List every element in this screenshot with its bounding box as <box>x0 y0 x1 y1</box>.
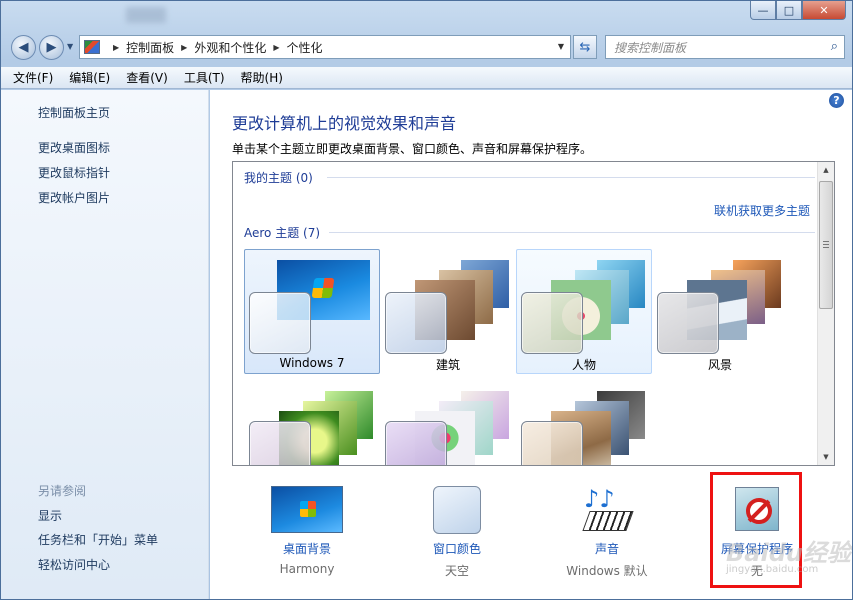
search-input[interactable]: 搜索控制面板 ⌕ <box>605 35 845 59</box>
glass-swatch <box>521 421 583 465</box>
my-themes-label: 我的主题 (0) <box>244 171 313 185</box>
maximize-button[interactable]: □ <box>776 1 802 20</box>
recent-pages-dropdown[interactable]: ▼ <box>67 42 73 51</box>
breadcrumb[interactable]: ▶ 控制面板 ▶ 外观和个性化 ▶ 个性化 ▼ <box>79 35 571 59</box>
sidebar-home-link[interactable]: 控制面板主页 <box>38 104 110 121</box>
scroll-thumb[interactable] <box>819 181 833 309</box>
search-icon[interactable]: ⌕ <box>831 39 838 54</box>
theme-preview <box>657 254 785 354</box>
help-icon[interactable]: ? <box>829 93 844 108</box>
see-also-ease-of-access[interactable]: 轻松访问中心 <box>38 556 110 573</box>
menu-view[interactable]: 查看(V) <box>126 69 168 86</box>
refresh-icon: ⇆ <box>579 39 591 55</box>
menu-help[interactable]: 帮助(H) <box>241 69 283 86</box>
forward-button[interactable]: ▶ <box>39 35 64 60</box>
theme-tile-nature[interactable] <box>244 378 380 465</box>
menu-file[interactable]: 文件(F) <box>13 69 53 86</box>
breadcrumb-item[interactable]: 外观和个性化 <box>194 39 266 56</box>
refresh-button[interactable]: ⇆ <box>573 35 597 59</box>
desktop-background-value: Harmony <box>279 562 335 576</box>
caption-controls: — □ ✕ <box>750 1 846 21</box>
watermark-logo: Baidu经验 <box>726 539 851 567</box>
theme-preview <box>249 254 377 354</box>
glass-swatch <box>385 421 447 465</box>
menu-tools[interactable]: 工具(T) <box>184 69 225 86</box>
sidebar-link-desktop-icons[interactable]: 更改桌面图标 <box>38 139 110 156</box>
theme-name: 人物 <box>571 358 596 372</box>
theme-name: 风景 <box>707 358 732 372</box>
control-panel-icon <box>84 40 100 54</box>
page-title: 更改计算机上的视觉效果和声音 <box>232 114 457 133</box>
scroll-grip <box>823 247 829 248</box>
sound-value: Windows 默认 <box>566 564 648 578</box>
window-color-value: 天空 <box>444 564 469 578</box>
group-divider <box>329 232 815 233</box>
theme-tile-characters[interactable]: 人物 <box>516 249 652 374</box>
see-also-display[interactable]: 显示 <box>38 507 62 524</box>
watermark-url: jingyan.baidu.com <box>726 564 819 575</box>
breadcrumb-item[interactable]: 控制面板 <box>126 39 174 56</box>
close-button[interactable]: ✕ <box>802 1 846 20</box>
breadcrumb-separator-icon[interactable]: ▶ <box>273 43 279 52</box>
glass-swatch <box>249 421 311 465</box>
sidebar-link-mouse-pointers[interactable]: 更改鼠标指针 <box>38 164 110 181</box>
scroll-grip <box>823 241 829 242</box>
see-also-taskbar[interactable]: 任务栏和「开始」菜单 <box>38 531 158 548</box>
back-arrow-icon: ◀ <box>18 40 29 55</box>
back-button[interactable]: ◀ <box>11 35 36 60</box>
window-title-blur <box>126 7 166 23</box>
theme-tile-scenes[interactable] <box>380 378 516 465</box>
theme-name: Windows 7 <box>279 356 345 370</box>
theme-tile-architecture[interactable]: 建筑 <box>380 249 516 374</box>
theme-list[interactable]: 我的主题 (0) 联机获取更多主题 Aero 主题 (7) Windows 7 <box>232 161 835 466</box>
desktop-background-icon <box>271 486 343 533</box>
aero-themes-label: Aero 主题 (7) <box>244 226 321 240</box>
menu-bar: 文件(F) 编辑(E) 查看(V) 工具(T) 帮助(H) <box>1 67 852 89</box>
see-also-heading: 另请参阅 <box>38 484 87 498</box>
theme-preview <box>249 383 377 465</box>
breadcrumb-item[interactable]: 个性化 <box>287 39 323 56</box>
theme-preview <box>521 254 649 354</box>
glass-swatch <box>521 292 583 354</box>
theme-tile-windows7[interactable]: Windows 7 <box>244 249 380 374</box>
address-dropdown-icon[interactable]: ▼ <box>558 42 564 51</box>
sound-icon: ♪♪ <box>580 485 636 535</box>
theme-preview <box>385 254 513 354</box>
theme-name: 建筑 <box>435 358 460 372</box>
scroll-down-icon[interactable]: ▼ <box>818 449 834 465</box>
sound-label[interactable]: 声音 <box>532 540 682 557</box>
scroll-grip <box>823 244 829 245</box>
menu-edit[interactable]: 编辑(E) <box>69 69 110 86</box>
get-more-themes-link[interactable]: 联机获取更多主题 <box>714 202 810 219</box>
search-placeholder: 搜索控制面板 <box>614 40 687 55</box>
window-color-icon <box>433 486 481 534</box>
sidebar: 控制面板主页 更改桌面图标 更改鼠标指针 更改帐户图片 另请参阅 显示 任务栏和… <box>1 90 209 599</box>
sidebar-link-account-picture[interactable]: 更改帐户图片 <box>38 189 110 206</box>
glass-swatch <box>249 292 311 354</box>
forward-arrow-icon: ▶ <box>46 40 57 55</box>
page-subtitle: 单击某个主题立即更改桌面背景、窗口颜色、声音和屏幕保护程序。 <box>232 142 593 156</box>
theme-preview <box>385 383 513 465</box>
minimize-button[interactable]: — <box>750 1 776 20</box>
personalization-window: — □ ✕ ◀ ▶ ▼ ▶ 控制面板 ▶ 外观和个性化 ▶ 个性化 ▼ ⇆ 搜索… <box>0 0 853 600</box>
glass-swatch <box>385 292 447 354</box>
breadcrumb-separator-icon[interactable]: ▶ <box>113 43 119 52</box>
scroll-up-icon[interactable]: ▲ <box>818 162 834 178</box>
glass-swatch <box>657 292 719 354</box>
desktop-background-label[interactable]: 桌面背景 <box>232 540 382 557</box>
address-bar: ◀ ▶ ▼ ▶ 控制面板 ▶ 外观和个性化 ▶ 个性化 ▼ ⇆ 搜索控制面板 ⌕ <box>1 31 852 61</box>
window-color-label[interactable]: 窗口颜色 <box>382 540 532 557</box>
breadcrumb-separator-icon[interactable]: ▶ <box>181 43 187 52</box>
theme-tile-landscapes[interactable]: 风景 <box>652 249 788 374</box>
theme-tile-united-states[interactable] <box>516 378 652 465</box>
group-divider <box>327 177 815 178</box>
theme-list-scrollbar[interactable]: ▲ ▼ <box>817 162 834 465</box>
theme-preview <box>521 383 649 465</box>
